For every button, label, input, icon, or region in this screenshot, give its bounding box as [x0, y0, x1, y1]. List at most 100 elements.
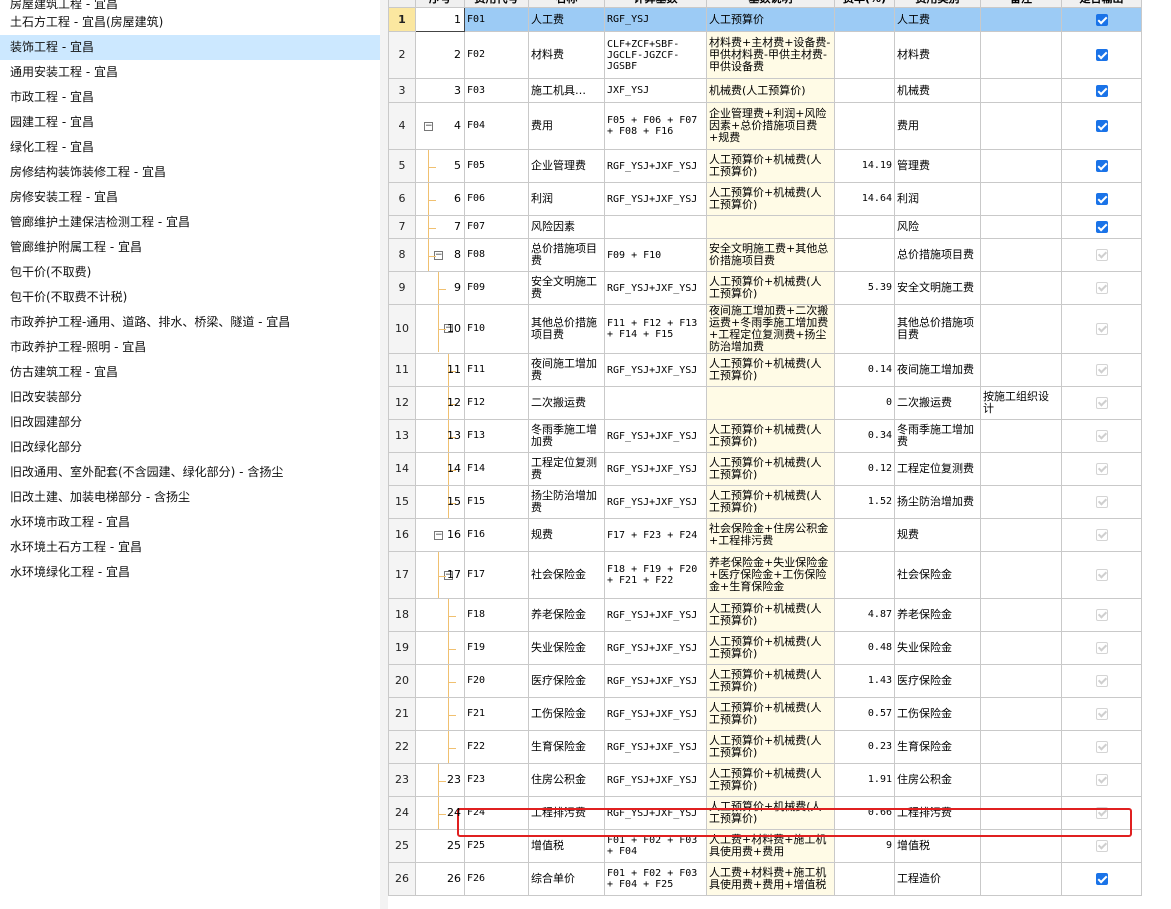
table-row[interactable]: 7 7 F07 风险因素 风险: [388, 215, 1142, 239]
table-row[interactable]: 6 6 F06 利润 RGF_YSJ+JXF_YSJ 人工预算价+机械费(人工预算价) 14…: [388, 182, 1142, 216]
name-cell[interactable]: 增值税: [528, 829, 605, 863]
rate-cell[interactable]: [834, 215, 895, 239]
base-desc-cell[interactable]: 人工费+材料费+施工机具使用费+费用: [706, 829, 835, 863]
col-base[interactable]: 计算基数: [604, 0, 707, 8]
output-checkbox[interactable]: [1095, 120, 1108, 132]
rate-cell[interactable]: [834, 238, 895, 272]
table-row[interactable]: 25 25 F25 增值税 F01 + F02 + F03 + F04 人工费+材料费+施…: [388, 829, 1142, 863]
fee-code-cell[interactable]: F02: [464, 31, 529, 79]
base-cell[interactable]: JXF_YSJ: [604, 78, 707, 103]
output-cell[interactable]: [1061, 271, 1142, 305]
output-cell[interactable]: [1061, 697, 1142, 731]
base-desc-cell[interactable]: 人工预算价+机械费(人工预算价): [706, 485, 835, 519]
collapse-toggle-icon[interactable]: −: [434, 530, 443, 540]
table-row[interactable]: 22 F22 生育保险金 RGF_YSJ+JXF_YSJ 人工预算价+机械费(人工预算价…: [388, 730, 1142, 764]
fee-code-cell[interactable]: F17: [464, 551, 529, 599]
tree-item[interactable]: 通用安装工程 - 宜昌: [0, 60, 380, 85]
base-cell[interactable]: RGF_YSJ+JXF_YSJ: [604, 763, 707, 797]
table-row[interactable]: 4 4− F04 费用 F05 + F06 + F07 + F08 + F16 企业管理费…: [388, 102, 1142, 150]
base-desc-cell[interactable]: 人工预算价+机械费(人工预算价): [706, 664, 835, 698]
base-desc-cell[interactable]: 材料费+主材费+设备费-甲供材料费-甲供主材费-甲供设备费: [706, 31, 835, 79]
category-cell[interactable]: 养老保险金: [894, 598, 981, 632]
name-cell[interactable]: 费用: [528, 102, 605, 150]
output-cell[interactable]: [1061, 730, 1142, 764]
base-desc-cell[interactable]: 人工预算价+机械费(人工预算价): [706, 730, 835, 764]
rate-cell[interactable]: 5.39: [834, 271, 895, 305]
col-output[interactable]: 是否输出: [1061, 0, 1142, 8]
serial-cell[interactable]: [415, 598, 465, 632]
rate-cell[interactable]: 0.14: [834, 353, 895, 387]
fee-code-cell[interactable]: F10: [464, 304, 529, 354]
fee-code-cell[interactable]: F15: [464, 485, 529, 519]
tree-item[interactable]: 水环境绿化工程 - 宜昌: [0, 560, 380, 585]
fee-code-cell[interactable]: F13: [464, 419, 529, 453]
fee-code-cell[interactable]: F07: [464, 215, 529, 239]
category-cell[interactable]: 冬雨季施工增加费: [894, 419, 981, 453]
table-row[interactable]: 21 F21 工伤保险金 RGF_YSJ+JXF_YSJ 人工预算价+机械费(人工预算价…: [388, 697, 1142, 731]
serial-cell[interactable]: 12: [415, 386, 465, 420]
output-cell[interactable]: [1061, 598, 1142, 632]
output-checkbox[interactable]: [1095, 840, 1108, 852]
serial-cell[interactable]: 23: [415, 763, 465, 797]
note-cell[interactable]: [980, 518, 1062, 552]
base-desc-cell[interactable]: 人工预算价+机械费(人工预算价): [706, 149, 835, 183]
fee-code-cell[interactable]: F22: [464, 730, 529, 764]
category-cell[interactable]: 二次搬运费: [894, 386, 981, 420]
output-cell[interactable]: [1061, 215, 1142, 239]
output-checkbox[interactable]: [1095, 13, 1108, 26]
table-row[interactable]: 16 16− F16 规费 F17 + F23 + F24 社会保险金+住房公积金+工程排…: [388, 518, 1142, 552]
fee-code-cell[interactable]: F12: [464, 386, 529, 420]
output-cell[interactable]: [1061, 829, 1142, 863]
row-header-corner[interactable]: [388, 0, 416, 8]
output-cell[interactable]: [1061, 419, 1142, 453]
rate-cell[interactable]: [834, 7, 895, 32]
tree-item[interactable]: 旧改园建部分: [0, 410, 380, 435]
output-checkbox[interactable]: [1095, 807, 1108, 819]
note-cell[interactable]: [980, 271, 1062, 305]
serial-cell[interactable]: 1: [415, 7, 465, 32]
col-name[interactable]: 名称: [528, 0, 605, 8]
category-cell[interactable]: 生育保险金: [894, 730, 981, 764]
name-cell[interactable]: 人工费: [528, 7, 605, 32]
category-cell[interactable]: 工伤保险金: [894, 697, 981, 731]
base-cell[interactable]: RGF_YSJ+JXF_YSJ: [604, 697, 707, 731]
note-cell[interactable]: [980, 31, 1062, 79]
category-cell[interactable]: 医疗保险金: [894, 664, 981, 698]
note-cell[interactable]: [980, 452, 1062, 486]
tree-item[interactable]: 绿化工程 - 宜昌: [0, 135, 380, 160]
output-checkbox[interactable]: [1095, 496, 1108, 508]
name-cell[interactable]: 住房公积金: [528, 763, 605, 797]
output-checkbox[interactable]: [1095, 397, 1108, 409]
table-row[interactable]: 12 12 F12 二次搬运费 0 二次搬运费 按施工组织设计: [388, 386, 1142, 420]
base-desc-cell[interactable]: 人工预算价: [706, 7, 835, 32]
rate-cell[interactable]: 1.91: [834, 763, 895, 797]
output-cell[interactable]: [1061, 102, 1142, 150]
col-fee-code[interactable]: 费用代号: [464, 0, 529, 8]
base-cell[interactable]: F01 + F02 + F03 + F04 + F25: [604, 862, 707, 896]
output-cell[interactable]: [1061, 796, 1142, 830]
name-cell[interactable]: 材料费: [528, 31, 605, 79]
base-desc-cell[interactable]: 人工预算价+机械费(人工预算价): [706, 796, 835, 830]
fee-code-cell[interactable]: F24: [464, 796, 529, 830]
name-cell[interactable]: 利润: [528, 182, 605, 216]
col-category[interactable]: 费用类别: [894, 0, 981, 8]
table-row[interactable]: 11 11 F11 夜间施工增加费 RGF_YSJ+JXF_YSJ 人工预算价+机械费(人…: [388, 353, 1142, 387]
table-row[interactable]: 13 13 F13 冬雨季施工增加费 RGF_YSJ+JXF_YSJ 人工预算价+机械费(…: [388, 419, 1142, 453]
fee-code-cell[interactable]: F25: [464, 829, 529, 863]
output-checkbox[interactable]: [1095, 430, 1108, 442]
rate-cell[interactable]: [834, 102, 895, 150]
note-cell[interactable]: [980, 149, 1062, 183]
output-cell[interactable]: [1061, 664, 1142, 698]
table-row[interactable]: 24 24 F24 工程排污费 RGF_YSJ+JXF_YSJ 人工预算价+机械费(人工预…: [388, 796, 1142, 830]
tree-item[interactable]: 水环境市政工程 - 宜昌: [0, 510, 380, 535]
output-cell[interactable]: [1061, 518, 1142, 552]
rate-cell[interactable]: 0.23: [834, 730, 895, 764]
table-row[interactable]: 1 1 F01 人工费 RGF_YSJ 人工预算价 人工费: [388, 7, 1142, 32]
fee-code-cell[interactable]: F26: [464, 862, 529, 896]
category-cell[interactable]: 材料费: [894, 31, 981, 79]
base-desc-cell[interactable]: 人工预算价+机械费(人工预算价): [706, 631, 835, 665]
note-cell[interactable]: [980, 419, 1062, 453]
base-cell[interactable]: F17 + F23 + F24: [604, 518, 707, 552]
category-cell[interactable]: 规费: [894, 518, 981, 552]
output-checkbox[interactable]: [1095, 221, 1108, 233]
